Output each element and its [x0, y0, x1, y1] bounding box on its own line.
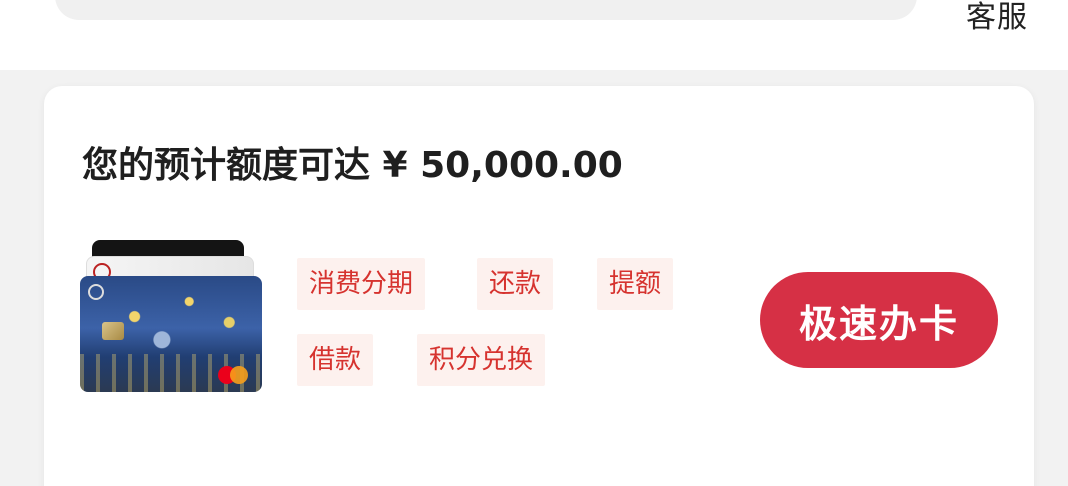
credit-card-panel: 您的预计额度可达 ¥ 50,000.00 消费分期 还款 提额 借款 积分兑换 …: [44, 86, 1034, 486]
apply-card-button[interactable]: 极速办卡: [760, 272, 998, 368]
bank-logo-icon: [88, 284, 104, 300]
page: 客服 您的预计额度可达 ¥ 50,000.00 消费分期 还款 提额 借款 积分…: [0, 0, 1068, 486]
tag-points-exchange[interactable]: 积分兑换: [417, 334, 546, 386]
credit-card-image: [80, 240, 262, 394]
tag-repayment[interactable]: 还款: [477, 258, 554, 310]
card-front-image: [80, 276, 262, 392]
tag-loan[interactable]: 借款: [297, 334, 374, 386]
tag-limit-increase[interactable]: 提额: [597, 258, 674, 310]
card-chip-icon: [102, 322, 124, 340]
top-bar: 客服: [0, 0, 1068, 70]
search-bar[interactable]: [55, 0, 917, 20]
tag-installment[interactable]: 消费分期: [297, 258, 426, 310]
estimated-quota-title: 您的预计额度可达 ¥ 50,000.00: [82, 145, 623, 186]
customer-service-link[interactable]: 客服: [966, 0, 1028, 36]
mastercard-logo-icon: [230, 366, 248, 384]
